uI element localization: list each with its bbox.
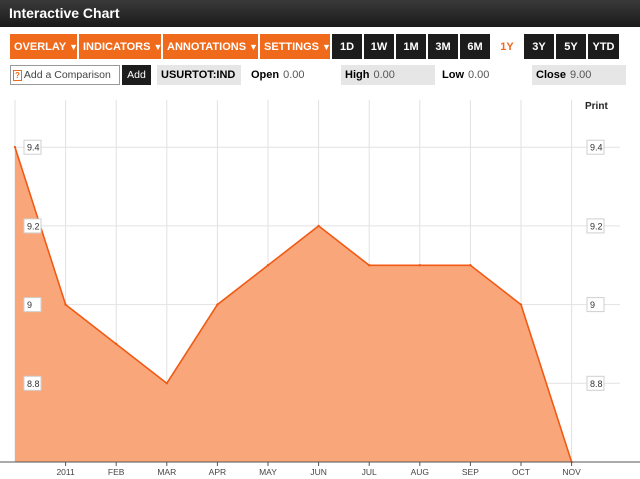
data-point	[368, 264, 371, 267]
data-point	[469, 264, 472, 267]
y-tick-label: 8.8	[27, 379, 40, 389]
x-tick-label: 2011	[56, 467, 75, 477]
y-tick-label: 9.4	[590, 143, 603, 153]
data-point	[115, 342, 118, 346]
data-point	[317, 224, 320, 228]
data-point	[266, 264, 270, 267]
x-tick-label: JUL	[362, 467, 377, 477]
x-tick-label: JUN	[310, 467, 327, 477]
data-point	[418, 264, 421, 267]
y-tick-label: 8.8	[590, 379, 603, 389]
data-point	[216, 303, 219, 306]
data-point	[13, 146, 17, 149]
data-point	[519, 303, 523, 306]
price-chart[interactable]: 8.8 8.8 9 9 9.2 9.2 9.4 9.4 2011 FEB MAR APR MAY JUN J…	[0, 0, 640, 479]
x-tick-label: MAY	[259, 467, 277, 477]
y-tick-label: 9.2	[27, 221, 40, 231]
x-tick-label: AUG	[411, 467, 429, 477]
data-point	[64, 303, 67, 306]
y-tick-label: 9	[27, 300, 32, 310]
x-tick-label: MAR	[157, 467, 176, 477]
x-tick-label: APR	[209, 467, 226, 477]
x-tick-label: SEP	[462, 467, 479, 477]
data-point	[165, 382, 168, 385]
y-tick-label: 9	[590, 300, 595, 310]
y-tick-label: 9.4	[27, 143, 40, 153]
y-tick-label: 9.2	[590, 221, 603, 231]
x-tick-label: NOV	[562, 467, 581, 477]
x-tick-label: OCT	[512, 467, 530, 477]
x-tick-label: FEB	[108, 467, 125, 477]
print-link[interactable]: Print	[585, 101, 608, 112]
